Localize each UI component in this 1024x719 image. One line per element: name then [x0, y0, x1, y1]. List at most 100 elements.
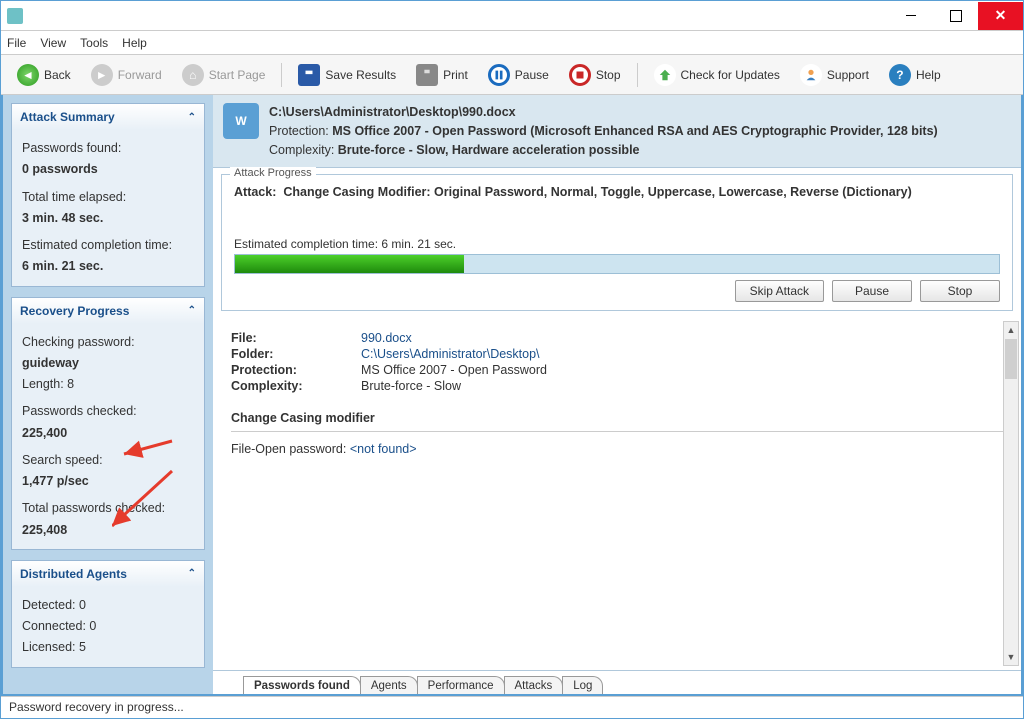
stop-attack-button[interactable]: Stop — [920, 280, 1000, 302]
scrollbar[interactable]: ▲ ▼ — [1003, 321, 1019, 666]
agents-licensed: Licensed: 5 — [22, 637, 194, 658]
distributed-agents-panel: Distributed Agents ⌃ Detected: 0 Connect… — [11, 560, 205, 668]
checking-label: Checking password: — [22, 332, 194, 353]
forward-button[interactable]: ► Forward — [83, 60, 170, 90]
collapse-icon: ⌃ — [188, 568, 196, 579]
back-label: Back — [44, 68, 71, 82]
save-results-button[interactable]: Save Results — [290, 60, 404, 90]
app-icon — [7, 8, 23, 24]
est-label: Estimated completion time: — [22, 235, 194, 256]
file-open-value: <not found> — [350, 442, 417, 456]
menu-file[interactable]: File — [7, 36, 26, 50]
progress-bar — [234, 254, 1000, 274]
help-icon: ? — [889, 64, 911, 86]
protection-value: MS Office 2007 - Open Password (Microsof… — [332, 124, 937, 138]
print-button[interactable]: Print — [408, 60, 476, 90]
attack-summary-header[interactable]: Attack Summary ⌃ — [12, 104, 204, 130]
protection-label: Protection: — [269, 124, 332, 138]
complexity-label: Complexity: — [269, 143, 338, 157]
save-icon — [298, 64, 320, 86]
total-label: Total passwords checked: — [22, 498, 194, 519]
length-label: Length: 8 — [22, 374, 194, 395]
help-label: Help — [916, 68, 941, 82]
detail-complexity-k: Complexity: — [231, 379, 361, 393]
details-pane: File: 990.docx Folder: C:\Users\Administ… — [213, 317, 1021, 670]
check-updates-button[interactable]: Check for Updates — [646, 60, 788, 90]
detail-folder-v[interactable]: C:\Users\Administrator\Desktop\ — [361, 347, 1003, 361]
back-button[interactable]: ◄ Back — [9, 60, 79, 90]
document-icon: W — [223, 103, 259, 139]
menu-view[interactable]: View — [40, 36, 66, 50]
tab-passwords-found[interactable]: Passwords found — [243, 676, 361, 694]
detail-file-k: File: — [231, 331, 361, 345]
close-button[interactable]: ✕ — [978, 2, 1023, 30]
distributed-agents-header[interactable]: Distributed Agents ⌃ — [12, 561, 204, 587]
attack-label: Attack: — [234, 185, 276, 199]
scroll-thumb[interactable] — [1005, 339, 1017, 379]
recovery-progress-title: Recovery Progress — [20, 304, 129, 318]
menubar: File View Tools Help — [1, 31, 1023, 55]
detail-protection-v: MS Office 2007 - Open Password — [361, 363, 1003, 377]
check-updates-label: Check for Updates — [681, 68, 780, 82]
tab-log[interactable]: Log — [562, 676, 603, 694]
home-icon: ⌂ — [182, 64, 204, 86]
pause-attack-button[interactable]: Pause — [832, 280, 912, 302]
scroll-up-icon[interactable]: ▲ — [1004, 322, 1018, 338]
stop-label: Stop — [596, 68, 621, 82]
agents-connected: Connected: 0 — [22, 616, 194, 637]
back-icon: ◄ — [17, 64, 39, 86]
checking-value: guideway — [22, 353, 194, 374]
support-icon — [800, 64, 822, 86]
save-results-label: Save Results — [325, 68, 396, 82]
agents-detected: Detected: 0 — [22, 595, 194, 616]
bottom-tabs: Passwords found Agents Performance Attac… — [213, 670, 1021, 694]
forward-label: Forward — [118, 68, 162, 82]
time-elapsed-value: 3 min. 48 sec. — [22, 208, 194, 229]
pw-found-label: Passwords found: — [22, 138, 194, 159]
status-text: Password recovery in progress... — [9, 700, 184, 714]
statusbar: Password recovery in progress... — [1, 696, 1023, 718]
pause-label: Pause — [515, 68, 549, 82]
recovery-progress-panel: Recovery Progress ⌃ Checking password: g… — [11, 297, 205, 550]
scroll-down-icon[interactable]: ▼ — [1004, 649, 1018, 665]
collapse-icon: ⌃ — [188, 112, 196, 123]
support-button[interactable]: Support — [792, 60, 877, 90]
detail-complexity-v: Brute-force - Slow — [361, 379, 1003, 393]
toolbar-separator — [281, 63, 282, 87]
pw-found-value: 0 passwords — [22, 159, 194, 180]
start-page-button[interactable]: ⌂ Start Page — [174, 60, 274, 90]
main-area: W C:\Users\Administrator\Desktop\990.doc… — [213, 95, 1021, 694]
divider — [231, 431, 1003, 432]
distributed-agents-title: Distributed Agents — [20, 567, 127, 581]
menu-tools[interactable]: Tools — [80, 36, 108, 50]
menu-help[interactable]: Help — [122, 36, 147, 50]
tab-attacks[interactable]: Attacks — [504, 676, 564, 694]
speed-value: 1,477 p/sec — [22, 471, 194, 492]
attack-summary-panel: Attack Summary ⌃ Passwords found: 0 pass… — [11, 103, 205, 287]
pause-button[interactable]: Pause — [480, 60, 557, 90]
toolbar: ◄ Back ► Forward ⌂ Start Page Save Resul… — [1, 55, 1023, 95]
help-button[interactable]: ? Help — [881, 60, 949, 90]
detail-file-v[interactable]: 990.docx — [361, 331, 1003, 345]
titlebar: ✕ — [1, 1, 1023, 31]
checked-label: Passwords checked: — [22, 401, 194, 422]
detail-protection-k: Protection: — [231, 363, 361, 377]
support-label: Support — [827, 68, 869, 82]
complexity-value: Brute-force - Slow, Hardware acceleratio… — [338, 143, 640, 157]
stop-button[interactable]: Stop — [561, 60, 629, 90]
total-value: 225,408 — [22, 520, 194, 541]
detail-folder-k: Folder: — [231, 347, 361, 361]
recovery-progress-header[interactable]: Recovery Progress ⌃ — [12, 298, 204, 324]
modifier-section-title: Change Casing modifier — [231, 411, 1003, 425]
attack-value: Change Casing Modifier: Original Passwor… — [283, 185, 911, 199]
maximize-button[interactable] — [933, 2, 978, 30]
tab-agents[interactable]: Agents — [360, 676, 418, 694]
file-header: W C:\Users\Administrator\Desktop\990.doc… — [213, 95, 1021, 168]
skip-attack-button[interactable]: Skip Attack — [735, 280, 824, 302]
speed-label: Search speed: — [22, 450, 194, 471]
tab-performance[interactable]: Performance — [417, 676, 505, 694]
minimize-button[interactable] — [888, 2, 933, 30]
est-completion: Estimated completion time: 6 min. 21 sec… — [234, 237, 1000, 251]
stop-icon — [569, 64, 591, 86]
file-path: C:\Users\Administrator\Desktop\990.docx — [269, 103, 938, 122]
